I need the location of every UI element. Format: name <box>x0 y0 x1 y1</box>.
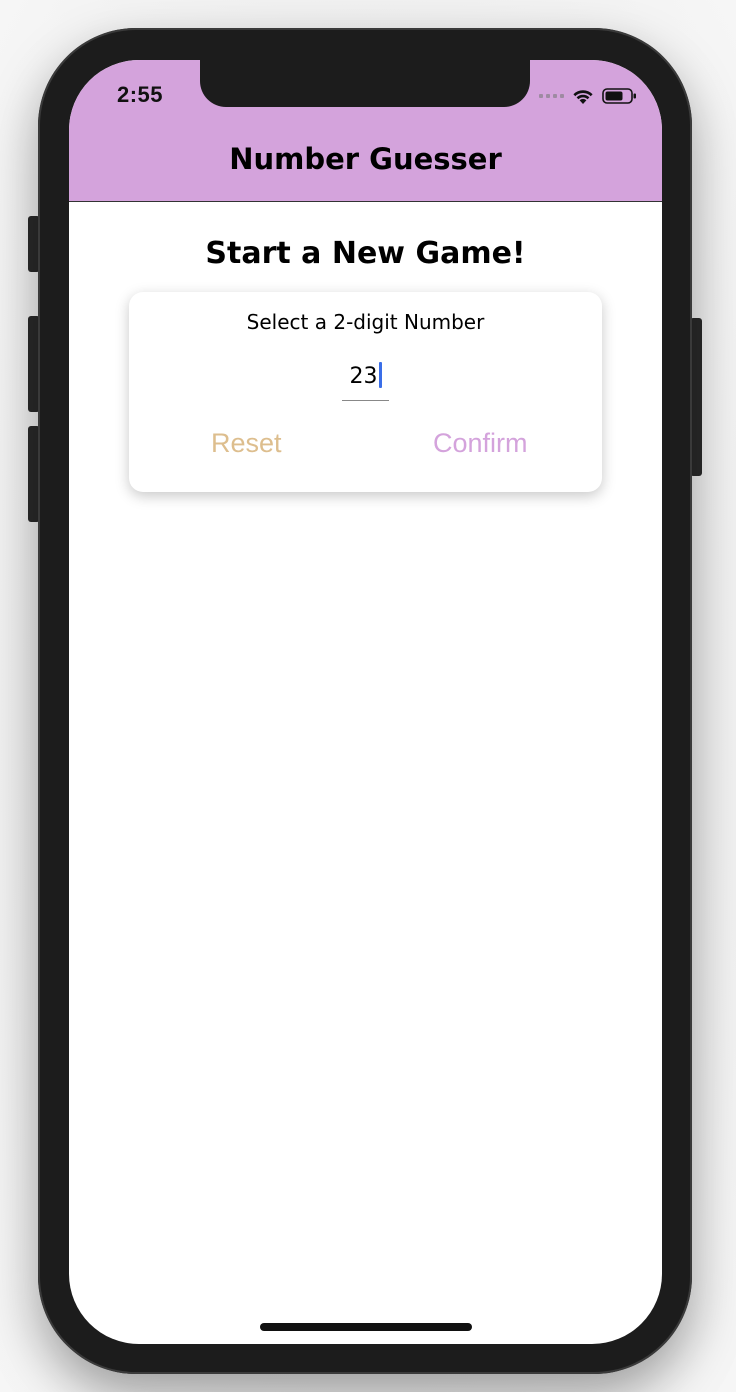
page-title: Start a New Game! <box>205 236 526 271</box>
header-title: Number Guesser <box>229 142 502 176</box>
number-input[interactable]: 23 <box>342 354 389 401</box>
battery-icon <box>602 87 638 105</box>
number-prompt-label: Select a 2-digit Number <box>246 310 485 334</box>
signal-icon <box>539 94 564 98</box>
reset-button[interactable]: Reset <box>211 428 282 459</box>
notch <box>200 60 530 107</box>
status-time: 2:55 <box>117 82 164 107</box>
text-cursor <box>378 362 382 388</box>
home-indicator[interactable] <box>260 1323 472 1331</box>
phone-frame: 2:55 Number Guesser Start a New Game! Se… <box>38 28 692 1374</box>
app-header: 2:55 Number Guesser <box>69 60 662 202</box>
confirm-button[interactable]: Confirm <box>433 428 528 459</box>
start-game-card: Select a 2-digit Number 23 Reset Confirm <box>129 292 602 492</box>
wifi-icon <box>571 87 595 105</box>
device-stage: 2:55 Number Guesser Start a New Game! Se… <box>0 0 736 1392</box>
app-screen: 2:55 Number Guesser Start a New Game! Se… <box>69 60 662 1344</box>
number-input-value: 23 <box>349 364 378 389</box>
status-icons <box>539 86 638 106</box>
